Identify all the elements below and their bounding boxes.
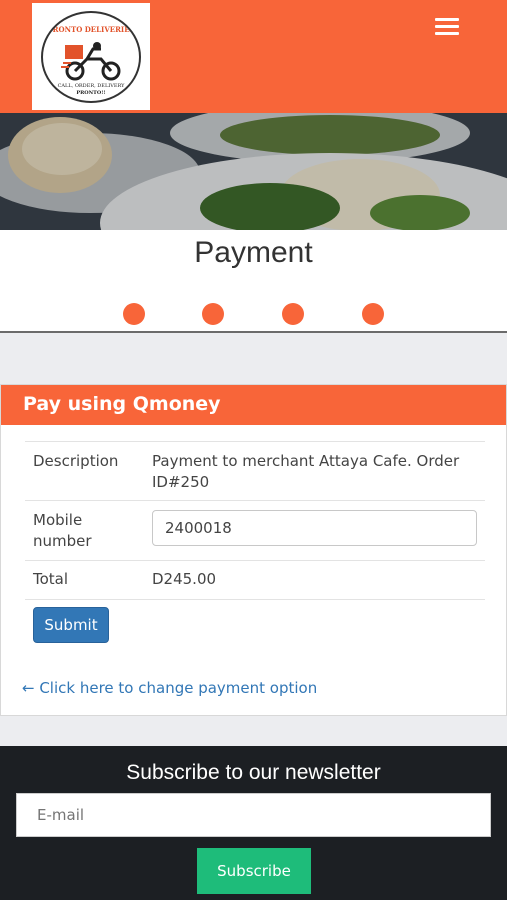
description-value: Payment to merchant Attaya Cafe. Order I… — [152, 452, 460, 491]
food-plate-photo — [0, 113, 507, 230]
mobile-label: Mobile number — [33, 511, 92, 550]
page-title: Payment — [194, 236, 313, 269]
table-bottom-divider — [25, 599, 485, 600]
description-row: Description Payment to merchant Attaya C… — [25, 441, 485, 500]
payment-card-header: Pay using Qmoney — [1, 385, 506, 425]
change-payment-option-link[interactable]: ← Click here to change payment option — [22, 679, 317, 697]
page-title-section: Payment — [0, 230, 507, 333]
email-input[interactable] — [16, 793, 491, 837]
payment-heading: Pay using Qmoney — [23, 393, 221, 415]
newsletter-title: Subscribe to our newsletter — [126, 761, 381, 784]
mobile-row: Mobile number — [25, 500, 485, 560]
description-label: Description — [33, 452, 119, 470]
site-header: PRONTO DELIVERIES CALL, ORDER, DELIVERY … — [0, 0, 507, 113]
mobile-number-input[interactable] — [152, 510, 477, 546]
payment-card: Pay using Qmoney Description Payment to … — [0, 384, 507, 716]
subscribe-button[interactable]: Subscribe — [197, 848, 311, 894]
logo-brand-text: PRONTO DELIVERIES — [47, 25, 135, 34]
total-label: Total — [33, 570, 69, 588]
step-dot-2[interactable] — [202, 303, 224, 325]
newsletter-footer: Subscribe to our newsletter Subscribe — [0, 746, 507, 900]
submit-button[interactable]: Submit — [33, 607, 109, 643]
hamburger-menu-icon[interactable] — [432, 16, 462, 40]
logo-badge: PRONTO DELIVERIES CALL, ORDER, DELIVERY … — [41, 11, 141, 103]
total-row: Total D245.00 — [25, 560, 485, 599]
step-dot-4[interactable] — [362, 303, 384, 325]
total-value: D245.00 — [152, 570, 217, 588]
logo-tagline: CALL, ORDER, DELIVERY PRONTO!! — [57, 83, 125, 96]
brand-logo[interactable]: PRONTO DELIVERIES CALL, ORDER, DELIVERY … — [32, 3, 150, 110]
motorbike-icon — [61, 42, 121, 81]
step-dot-1[interactable] — [123, 303, 145, 325]
progress-steps — [0, 303, 507, 325]
hero-food-image — [0, 113, 507, 230]
step-dot-3[interactable] — [282, 303, 304, 325]
